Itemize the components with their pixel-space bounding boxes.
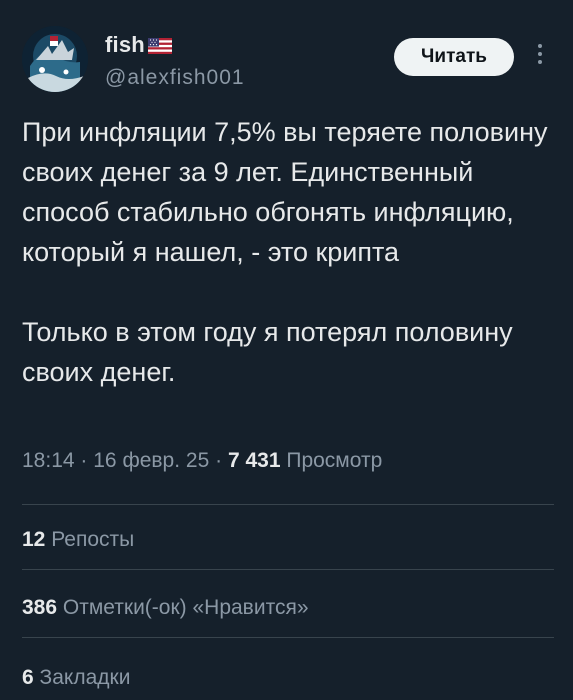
tweet-text: При инфляции 7,5% вы теряете половину св… [22,112,552,392]
bookmarks-label: Закладки [39,666,131,689]
avatar[interactable] [22,26,88,92]
tweet-time[interactable]: 18:14 [22,449,75,472]
divider [22,637,554,638]
likes-label: Отметки(-ок) «Нравится» [62,596,309,619]
tweet-date[interactable]: 16 февр. 25 [93,449,209,472]
views-count: 7 431 [227,449,281,472]
avatar-image [22,26,88,92]
reposts-stat[interactable]: 12 Репосты [22,528,134,552]
author-handle[interactable]: @alexfish001 [105,66,245,90]
tweet-paragraph: Только в этом году я потерял половину св… [22,317,513,387]
tweet-meta: 18:14 · 16 февр. 25 · 7 431 Просмотр [22,449,382,473]
us-flag-icon [147,38,172,54]
follow-button[interactable]: Читать [394,38,514,76]
likes-count: 386 [22,596,58,619]
tweet-paragraph: При инфляции 7,5% вы теряете половину св… [22,117,548,267]
author-display-name[interactable]: fish [105,32,145,58]
meta-separator: · [215,449,223,472]
bookmarks-stat[interactable]: 6 Закладки [22,666,130,690]
meta-separator: · [80,449,88,472]
bookmarks-count: 6 [22,666,34,689]
author-name-row[interactable]: fish [105,32,172,58]
tweet-header: fish @alexfish001 Читать [22,26,552,96]
divider [22,504,554,505]
more-vertical-icon[interactable] [534,44,546,70]
reposts-count: 12 [22,528,46,551]
divider [22,569,554,570]
reposts-label: Репосты [51,528,135,551]
likes-stat[interactable]: 386 Отметки(-ок) «Нравится» [22,596,309,620]
views-label: Просмотр [286,449,383,472]
